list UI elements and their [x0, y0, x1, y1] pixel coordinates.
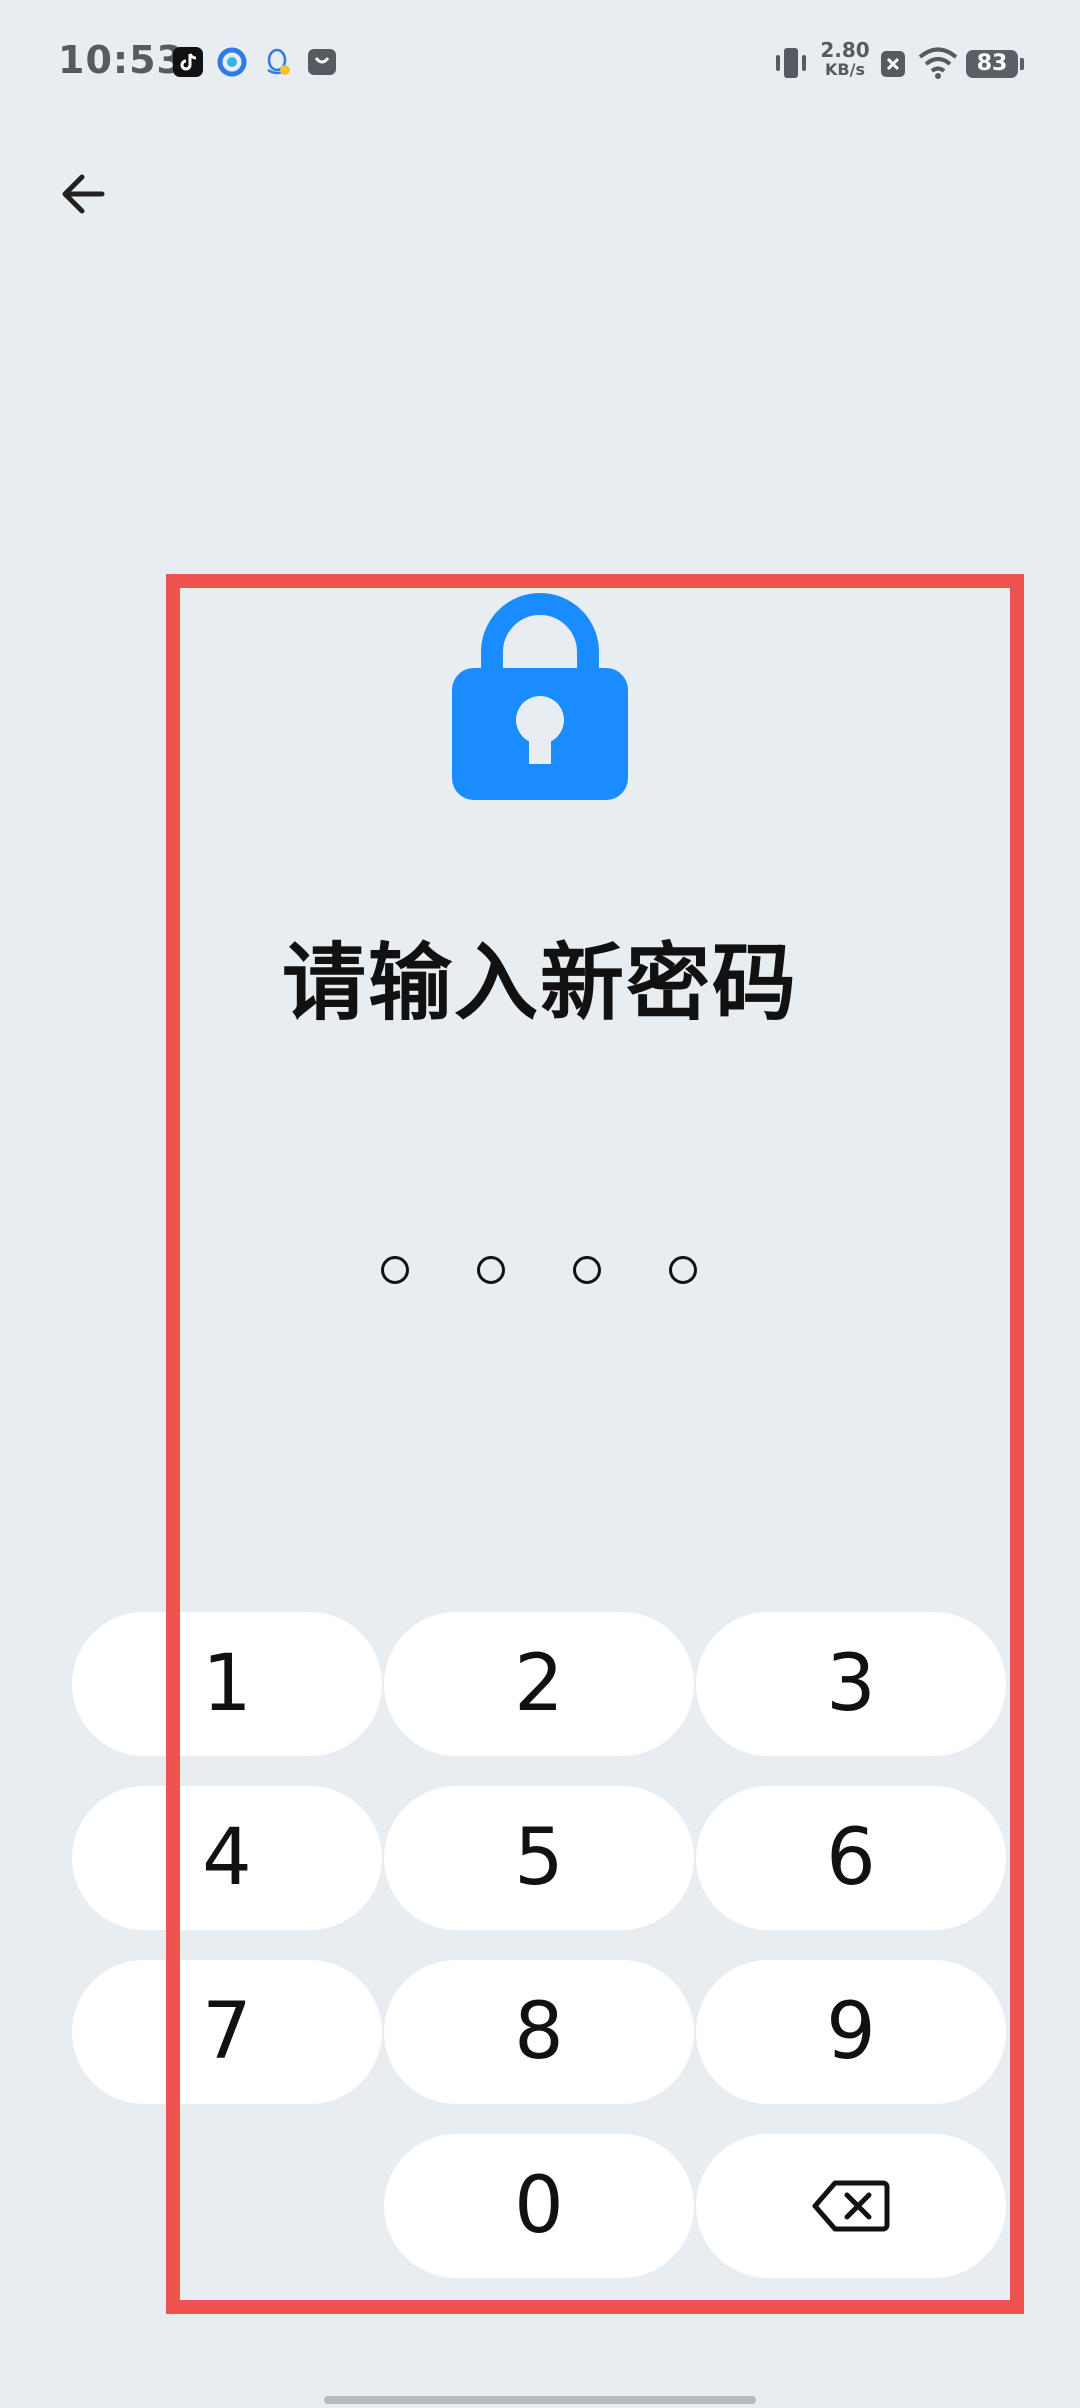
network-speed-unit: KB/s	[825, 60, 865, 79]
key-label: 9	[826, 1987, 876, 2077]
pin-indicator	[0, 1250, 1080, 1290]
key-label: 0	[514, 2161, 564, 2251]
padlock-icon	[452, 588, 628, 800]
network-speed-value: 2.80	[820, 38, 870, 62]
key-label: 5	[514, 1813, 564, 1903]
key-label: 3	[826, 1639, 876, 1729]
key-label: 2	[514, 1639, 564, 1729]
battery-icon: 83	[966, 50, 1018, 78]
back-button[interactable]	[42, 152, 126, 236]
vibrate-icon	[772, 44, 810, 82]
key-0[interactable]: 0	[384, 2134, 694, 2278]
store-icon	[306, 46, 338, 78]
status-bar: 10:53 2.80 KB/s 83	[0, 0, 1080, 120]
key-1[interactable]: 1	[72, 1612, 382, 1756]
page-title: 请输入新密码	[281, 934, 798, 1032]
key-9[interactable]: 9	[696, 1960, 1006, 2104]
wifi-icon	[918, 46, 958, 80]
pin-dot	[477, 1256, 505, 1284]
key-5[interactable]: 5	[384, 1786, 694, 1930]
browser-icon	[216, 46, 248, 78]
backspace-icon	[812, 2180, 890, 2232]
key-7[interactable]: 7	[72, 1960, 382, 2104]
key-label: 1	[202, 1639, 252, 1729]
pin-dot	[573, 1256, 601, 1284]
status-time: 10:53	[58, 38, 184, 82]
gesture-navigation-bar[interactable]	[324, 2396, 756, 2404]
network-speed: 2.80 KB/s	[820, 40, 870, 78]
no-sim-icon	[880, 50, 906, 78]
key-label: 7	[202, 1987, 252, 2077]
key-8[interactable]: 8	[384, 1960, 694, 2104]
key-6[interactable]: 6	[696, 1786, 1006, 1930]
qq-icon	[262, 46, 294, 78]
key-3[interactable]: 3	[696, 1612, 1006, 1756]
delete-button[interactable]	[696, 2134, 1006, 2278]
key-label: 4	[202, 1813, 252, 1903]
key-4[interactable]: 4	[72, 1786, 382, 1930]
tiktok-icon	[172, 46, 204, 78]
battery-tip	[1020, 58, 1024, 70]
key-2[interactable]: 2	[384, 1612, 694, 1756]
arrow-left-icon	[62, 174, 105, 214]
key-label: 8	[514, 1987, 564, 2077]
key-label: 6	[826, 1813, 876, 1903]
numeric-keypad: 1 2 3 4 5 6 7 8 9 0	[0, 0, 1080, 2408]
pin-dot	[381, 1256, 409, 1284]
pin-dot	[669, 1256, 697, 1284]
